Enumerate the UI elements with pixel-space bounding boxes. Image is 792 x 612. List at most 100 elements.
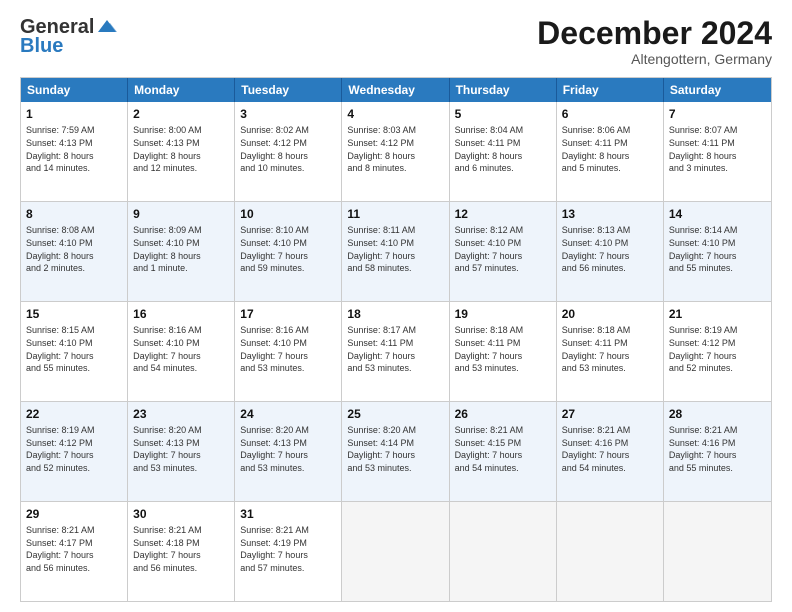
day-number: 17 xyxy=(240,306,336,322)
cal-cell-r1c2: 10Sunrise: 8:10 AM Sunset: 4:10 PM Dayli… xyxy=(235,202,342,301)
cell-info: Sunrise: 8:06 AM Sunset: 4:11 PM Dayligh… xyxy=(562,124,658,174)
cal-cell-r0c6: 7 Sunrise: 8:07 AM Sunset: 4:11 PM Daylig… xyxy=(664,102,771,201)
cal-cell-r2c6: 21 Sunrise: 8:19 AM Sunset: 4:12 PM Dayli… xyxy=(664,302,771,401)
calendar-row-0: 1Sunrise: 7:59 AM Sunset: 4:13 PM Daylig… xyxy=(21,102,771,201)
header: General Blue December 2024 Altengottern,… xyxy=(20,16,772,67)
day-number: 4 xyxy=(347,106,443,122)
cell-info: Sunrise: 8:18 AM Sunset: 4:11 PM Dayligh… xyxy=(562,324,658,374)
cal-cell-r4c3 xyxy=(342,502,449,601)
cal-cell-r0c2: 3Sunrise: 8:02 AM Sunset: 4:12 PM Daylig… xyxy=(235,102,342,201)
cell-info: Sunrise: 8:10 AM Sunset: 4:10 PM Dayligh… xyxy=(240,224,336,274)
day-number: 22 xyxy=(26,406,122,422)
logo: General Blue xyxy=(20,16,118,58)
logo-icon xyxy=(96,18,118,34)
cal-cell-r3c2: 24Sunrise: 8:20 AM Sunset: 4:13 PM Dayli… xyxy=(235,402,342,501)
day-number: 6 xyxy=(562,106,658,122)
cal-cell-r1c5: 13Sunrise: 8:13 AM Sunset: 4:10 PM Dayli… xyxy=(557,202,664,301)
day-number: 18 xyxy=(347,306,443,322)
day-number: 30 xyxy=(133,506,229,522)
cell-info: Sunrise: 8:08 AM Sunset: 4:10 PM Dayligh… xyxy=(26,224,122,274)
cell-info: Sunrise: 8:21 AM Sunset: 4:19 PM Dayligh… xyxy=(240,524,336,574)
cal-cell-r0c4: 5 Sunrise: 8:04 AM Sunset: 4:11 PM Daylig… xyxy=(450,102,557,201)
day-number: 25 xyxy=(347,406,443,422)
cell-info: Sunrise: 8:04 AM Sunset: 4:11 PM Dayligh… xyxy=(455,124,551,174)
day-number: 11 xyxy=(347,206,443,222)
day-number: 20 xyxy=(562,306,658,322)
cell-info: Sunrise: 8:19 AM Sunset: 4:12 PM Dayligh… xyxy=(26,424,122,474)
cal-cell-r3c4: 26 Sunrise: 8:21 AM Sunset: 4:15 PM Dayli… xyxy=(450,402,557,501)
cal-cell-r3c5: 27 Sunrise: 8:21 AM Sunset: 4:16 PM Dayli… xyxy=(557,402,664,501)
calendar-row-3: 22 Sunrise: 8:19 AM Sunset: 4:12 PM Dayli… xyxy=(21,401,771,501)
page: General Blue December 2024 Altengottern,… xyxy=(0,0,792,612)
header-wednesday: Wednesday xyxy=(342,78,449,102)
cell-info: Sunrise: 8:20 AM Sunset: 4:13 PM Dayligh… xyxy=(133,424,229,474)
cal-cell-r4c2: 31 Sunrise: 8:21 AM Sunset: 4:19 PM Dayli… xyxy=(235,502,342,601)
header-friday: Friday xyxy=(557,78,664,102)
calendar-body: 1Sunrise: 7:59 AM Sunset: 4:13 PM Daylig… xyxy=(21,102,771,601)
day-number: 31 xyxy=(240,506,336,522)
day-number: 23 xyxy=(133,406,229,422)
cell-info: Sunrise: 8:21 AM Sunset: 4:18 PM Dayligh… xyxy=(133,524,229,574)
day-number: 1 xyxy=(26,106,122,122)
cell-info: Sunrise: 8:21 AM Sunset: 4:16 PM Dayligh… xyxy=(562,424,658,474)
cell-info: Sunrise: 8:09 AM Sunset: 4:10 PM Dayligh… xyxy=(133,224,229,274)
cell-info: Sunrise: 8:16 AM Sunset: 4:10 PM Dayligh… xyxy=(240,324,336,374)
day-number: 26 xyxy=(455,406,551,422)
day-number: 7 xyxy=(669,106,766,122)
cal-cell-r1c3: 11 Sunrise: 8:11 AM Sunset: 4:10 PM Dayli… xyxy=(342,202,449,301)
cal-cell-r3c6: 28Sunrise: 8:21 AM Sunset: 4:16 PM Dayli… xyxy=(664,402,771,501)
cell-info: Sunrise: 8:21 AM Sunset: 4:16 PM Dayligh… xyxy=(669,424,766,474)
cal-cell-r3c1: 23 Sunrise: 8:20 AM Sunset: 4:13 PM Dayli… xyxy=(128,402,235,501)
cell-info: Sunrise: 8:07 AM Sunset: 4:11 PM Dayligh… xyxy=(669,124,766,174)
cal-cell-r2c5: 20 Sunrise: 8:18 AM Sunset: 4:11 PM Dayli… xyxy=(557,302,664,401)
month-title: December 2024 xyxy=(537,16,772,51)
header-monday: Monday xyxy=(128,78,235,102)
day-number: 9 xyxy=(133,206,229,222)
cell-info: Sunrise: 8:13 AM Sunset: 4:10 PM Dayligh… xyxy=(562,224,658,274)
cal-cell-r2c3: 18 Sunrise: 8:17 AM Sunset: 4:11 PM Dayli… xyxy=(342,302,449,401)
calendar-header: Sunday Monday Tuesday Wednesday Thursday… xyxy=(21,78,771,102)
day-number: 2 xyxy=(133,106,229,122)
cell-info: Sunrise: 8:14 AM Sunset: 4:10 PM Dayligh… xyxy=(669,224,766,274)
calendar-row-4: 29Sunrise: 8:21 AM Sunset: 4:17 PM Dayli… xyxy=(21,501,771,601)
cell-info: Sunrise: 8:19 AM Sunset: 4:12 PM Dayligh… xyxy=(669,324,766,374)
cell-info: Sunrise: 8:03 AM Sunset: 4:12 PM Dayligh… xyxy=(347,124,443,174)
cell-info: Sunrise: 8:00 AM Sunset: 4:13 PM Dayligh… xyxy=(133,124,229,174)
cal-cell-r0c5: 6 Sunrise: 8:06 AM Sunset: 4:11 PM Daylig… xyxy=(557,102,664,201)
cal-cell-r1c0: 8 Sunrise: 8:08 AM Sunset: 4:10 PM Daylig… xyxy=(21,202,128,301)
cell-info: Sunrise: 8:16 AM Sunset: 4:10 PM Dayligh… xyxy=(133,324,229,374)
cal-cell-r0c3: 4 Sunrise: 8:03 AM Sunset: 4:12 PM Daylig… xyxy=(342,102,449,201)
calendar: Sunday Monday Tuesday Wednesday Thursday… xyxy=(20,77,772,602)
calendar-row-2: 15Sunrise: 8:15 AM Sunset: 4:10 PM Dayli… xyxy=(21,301,771,401)
cal-cell-r4c4 xyxy=(450,502,557,601)
day-number: 24 xyxy=(240,406,336,422)
calendar-row-1: 8 Sunrise: 8:08 AM Sunset: 4:10 PM Daylig… xyxy=(21,201,771,301)
cell-info: Sunrise: 8:17 AM Sunset: 4:11 PM Dayligh… xyxy=(347,324,443,374)
cal-cell-r0c1: 2 Sunrise: 8:00 AM Sunset: 4:13 PM Daylig… xyxy=(128,102,235,201)
header-thursday: Thursday xyxy=(450,78,557,102)
day-number: 8 xyxy=(26,206,122,222)
cal-cell-r1c4: 12 Sunrise: 8:12 AM Sunset: 4:10 PM Dayli… xyxy=(450,202,557,301)
header-saturday: Saturday xyxy=(664,78,771,102)
cal-cell-r3c3: 25 Sunrise: 8:20 AM Sunset: 4:14 PM Dayli… xyxy=(342,402,449,501)
day-number: 19 xyxy=(455,306,551,322)
header-sunday: Sunday xyxy=(21,78,128,102)
day-number: 5 xyxy=(455,106,551,122)
cal-cell-r4c5 xyxy=(557,502,664,601)
cell-info: Sunrise: 8:15 AM Sunset: 4:10 PM Dayligh… xyxy=(26,324,122,374)
day-number: 27 xyxy=(562,406,658,422)
cal-cell-r4c6 xyxy=(664,502,771,601)
day-number: 12 xyxy=(455,206,551,222)
cell-info: Sunrise: 8:11 AM Sunset: 4:10 PM Dayligh… xyxy=(347,224,443,274)
cal-cell-r3c0: 22 Sunrise: 8:19 AM Sunset: 4:12 PM Dayli… xyxy=(21,402,128,501)
cal-cell-r4c1: 30 Sunrise: 8:21 AM Sunset: 4:18 PM Dayli… xyxy=(128,502,235,601)
cell-info: Sunrise: 8:21 AM Sunset: 4:17 PM Dayligh… xyxy=(26,524,122,574)
cell-info: Sunrise: 8:21 AM Sunset: 4:15 PM Dayligh… xyxy=(455,424,551,474)
cell-info: Sunrise: 8:12 AM Sunset: 4:10 PM Dayligh… xyxy=(455,224,551,274)
cell-info: Sunrise: 8:18 AM Sunset: 4:11 PM Dayligh… xyxy=(455,324,551,374)
day-number: 14 xyxy=(669,206,766,222)
day-number: 16 xyxy=(133,306,229,322)
day-number: 21 xyxy=(669,306,766,322)
cal-cell-r2c1: 16 Sunrise: 8:16 AM Sunset: 4:10 PM Dayli… xyxy=(128,302,235,401)
cell-info: Sunrise: 8:20 AM Sunset: 4:14 PM Dayligh… xyxy=(347,424,443,474)
